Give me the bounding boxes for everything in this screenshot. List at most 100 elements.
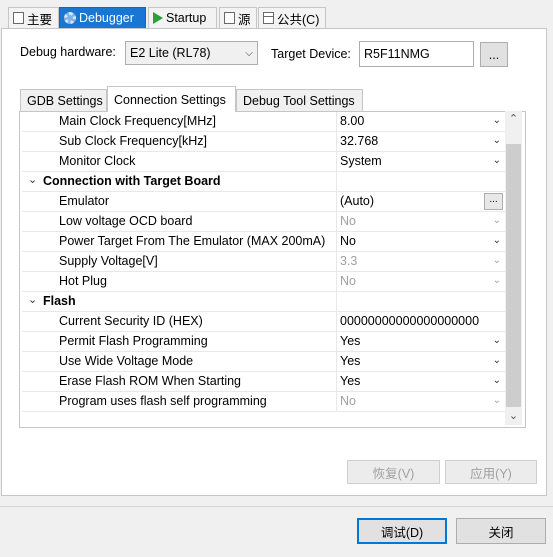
property-value: Yes xyxy=(340,374,361,388)
property-value-cell xyxy=(336,172,505,191)
property-value: (Auto) xyxy=(340,194,375,208)
property-row[interactable]: Hot Plug No ⌄ xyxy=(22,272,505,292)
target-device-field[interactable]: R5F11NMG xyxy=(359,41,474,67)
target-device-browse-button[interactable]: ... xyxy=(480,42,508,67)
debug-button[interactable]: 调试(D) xyxy=(357,518,447,544)
scroll-up-icon[interactable]: ⌃ xyxy=(505,111,522,128)
property-row[interactable]: Emulator (Auto)... xyxy=(22,192,505,212)
property-row[interactable]: Monitor Clock System ⌄ xyxy=(22,152,505,172)
property-name: Program uses flash self programming xyxy=(59,394,267,408)
document-icon xyxy=(224,12,235,24)
chevron-down-icon[interactable]: ⌄ xyxy=(493,275,501,286)
target-device-value: R5F11NMG xyxy=(364,47,430,61)
property-value: No xyxy=(340,394,356,408)
chevron-down-icon[interactable]: ⌄ xyxy=(493,355,501,366)
chevron-down-icon[interactable]: ⌄ xyxy=(493,255,501,266)
property-value-cell[interactable]: Yes ⌄ xyxy=(336,332,505,351)
property-value-cell[interactable]: 32.768 ⌄ xyxy=(336,132,505,151)
property-row[interactable]: Use Wide Voltage Mode Yes ⌄ xyxy=(22,352,505,372)
property-name: Low voltage OCD board xyxy=(59,214,193,228)
property-row[interactable]: Sub Clock Frequency[kHz] 32.768 ⌄ xyxy=(22,132,505,152)
property-category-row[interactable]: ⌄ Connection with Target Board xyxy=(22,172,505,192)
tab-main[interactable]: 主要 xyxy=(8,7,59,28)
expand-chevron-icon[interactable]: ⌄ xyxy=(28,293,37,306)
document-icon xyxy=(13,12,24,24)
property-value: 00000000000000000000 xyxy=(340,314,480,328)
property-name: Sub Clock Frequency[kHz] xyxy=(59,134,207,148)
expand-chevron-icon[interactable]: ⌄ xyxy=(28,173,37,186)
property-name: Power Target From The Emulator (MAX 200m… xyxy=(59,234,326,248)
launch-config-tab-strip: 主要 Debugger Startup 源 公共(C) xyxy=(0,0,553,28)
property-name: Erase Flash ROM When Starting xyxy=(59,374,242,388)
property-value: No xyxy=(340,214,356,228)
property-row[interactable]: Low voltage OCD board No ⌄ xyxy=(22,212,505,232)
scroll-down-icon[interactable]: ⌄ xyxy=(505,408,522,425)
target-device-label: Target Device: xyxy=(271,47,351,61)
property-row[interactable]: Current Security ID (HEX) 000000000000000… xyxy=(22,312,505,332)
tab-main-label: 主要 xyxy=(27,12,53,27)
bug-gear-icon xyxy=(64,12,76,24)
property-value: No xyxy=(340,234,356,248)
property-value-cell[interactable]: No ⌄ xyxy=(336,212,505,231)
property-row[interactable]: Supply Voltage[V] 3.3 ⌄ xyxy=(22,252,505,272)
debug-hardware-value: E2 Lite (RL78) xyxy=(130,46,211,60)
property-value-cell[interactable]: System ⌄ xyxy=(336,152,505,171)
property-name: Hot Plug xyxy=(59,274,107,288)
chevron-down-icon[interactable]: ⌄ xyxy=(493,395,501,406)
emulator-browse-button[interactable]: ... xyxy=(484,193,503,210)
close-button[interactable]: 关闭 xyxy=(456,518,546,544)
property-value-cell[interactable]: No ⌄ xyxy=(336,232,505,251)
property-category-row[interactable]: ⌄ Flash xyxy=(22,292,505,312)
tab-debug-tool-settings[interactable]: Debug Tool Settings xyxy=(236,89,363,111)
property-row[interactable]: Erase Flash ROM When Starting Yes ⌄ xyxy=(22,372,505,392)
debug-hardware-select[interactable]: E2 Lite (RL78) ⌵ xyxy=(125,41,258,65)
property-name: Monitor Clock xyxy=(59,154,136,168)
property-name: Main Clock Frequency[MHz] xyxy=(59,114,216,128)
tab-gdb-settings[interactable]: GDB Settings xyxy=(20,89,107,111)
property-value: 3.3 xyxy=(340,254,358,268)
chevron-down-icon[interactable]: ⌄ xyxy=(493,155,501,166)
property-row[interactable]: Program uses flash self programming No ⌄ xyxy=(22,392,505,412)
property-name: Permit Flash Programming xyxy=(59,334,208,348)
chevron-down-icon[interactable]: ⌄ xyxy=(493,115,501,126)
tab-common-label: 公共(C) xyxy=(277,12,320,27)
property-value: Yes xyxy=(340,354,361,368)
chevron-down-icon[interactable]: ⌄ xyxy=(493,375,501,386)
scrollbar-thumb[interactable] xyxy=(506,144,521,407)
property-value-cell[interactable]: (Auto)... xyxy=(336,192,505,211)
chevron-down-icon: ⌵ xyxy=(245,47,253,59)
property-value-cell[interactable]: No ⌄ xyxy=(336,392,505,411)
tab-debugger-label: Debugger xyxy=(79,11,134,25)
property-value-cell[interactable]: No ⌄ xyxy=(336,272,505,291)
property-value-cell xyxy=(336,292,505,311)
property-value: System xyxy=(340,154,382,168)
property-value: 8.00 xyxy=(340,114,365,128)
property-name: Supply Voltage[V] xyxy=(59,254,158,268)
property-row[interactable]: Permit Flash Programming Yes ⌄ xyxy=(22,332,505,352)
tab-common[interactable]: 公共(C) xyxy=(258,7,326,28)
property-name: Emulator xyxy=(59,194,110,208)
vertical-scrollbar[interactable]: ⌃ ⌄ xyxy=(505,111,522,425)
debug-hardware-label: Debug hardware: xyxy=(20,45,116,59)
category-name: Connection with Target Board xyxy=(43,174,221,188)
chevron-down-icon[interactable]: ⌄ xyxy=(493,215,501,226)
property-value-cell[interactable]: Yes ⌄ xyxy=(336,352,505,371)
revert-button[interactable]: 恢复(V) xyxy=(347,460,440,484)
property-value-cell[interactable]: 00000000000000000000 xyxy=(336,312,505,331)
apply-button[interactable]: 应用(Y) xyxy=(445,460,537,484)
category-name: Flash xyxy=(43,294,76,308)
property-value-cell[interactable]: Yes ⌄ xyxy=(336,372,505,391)
tab-source-label: 源 xyxy=(238,12,251,27)
chevron-down-icon[interactable]: ⌄ xyxy=(493,135,501,146)
property-name: Current Security ID (HEX) xyxy=(59,314,203,328)
chevron-down-icon[interactable]: ⌄ xyxy=(493,335,501,346)
property-value-cell[interactable]: 8.00 ⌄ xyxy=(336,112,505,131)
tab-connection-settings[interactable]: Connection Settings xyxy=(107,86,236,112)
chevron-down-icon[interactable]: ⌄ xyxy=(493,235,501,246)
tab-debugger[interactable]: Debugger xyxy=(59,7,146,28)
tab-source[interactable]: 源 xyxy=(219,7,257,28)
property-row[interactable]: Main Clock Frequency[MHz] 8.00 ⌄ xyxy=(22,112,505,132)
property-row[interactable]: Power Target From The Emulator (MAX 200m… xyxy=(22,232,505,252)
property-value-cell[interactable]: 3.3 ⌄ xyxy=(336,252,505,271)
tab-startup[interactable]: Startup xyxy=(148,7,217,28)
